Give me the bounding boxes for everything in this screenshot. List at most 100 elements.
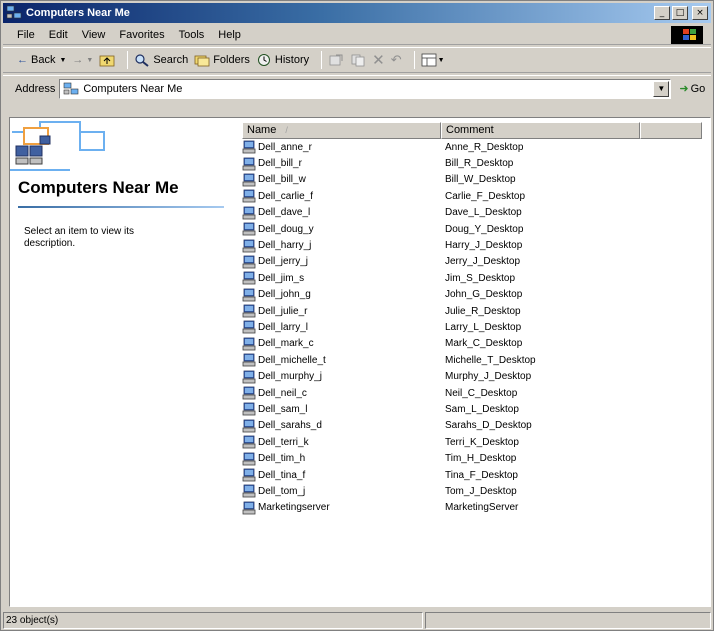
list-item[interactable]: Dell_carlie_f Carlie_F_Desktop [242,188,712,204]
menu-edit[interactable]: Edit [42,29,75,41]
delete-button[interactable]: ✕ [372,51,385,69]
list-item[interactable]: Dell_anne_r Anne_R_Desktop [242,139,712,155]
computer-name-cell[interactable]: Dell_bill_w [242,173,441,187]
minimize-button[interactable]: _ [654,6,670,20]
toolbar-separator [321,51,323,69]
title-bar[interactable]: Computers Near Me _ □ × [3,3,711,23]
go-label: Go [690,82,706,95]
computer-icon [242,419,256,433]
search-button[interactable]: Search [134,53,188,67]
move-to-button[interactable] [328,53,344,67]
menu-help[interactable]: Help [211,29,248,41]
list-item[interactable]: Marketingserver MarketingServer [242,500,712,516]
computer-name-cell[interactable]: Dell_terri_k [242,435,441,449]
computer-name: Marketingserver [258,502,330,514]
computer-name-cell[interactable]: Dell_tim_h [242,452,441,466]
computer-name-cell[interactable]: Dell_john_g [242,288,441,302]
computer-name-cell[interactable]: Dell_larry_l [242,320,441,334]
list-item[interactable]: Dell_john_g John_G_Desktop [242,287,712,303]
status-object-count: 23 object(s) [3,612,423,629]
address-value: Computers Near Me [83,82,183,95]
computer-name-cell[interactable]: Dell_julie_r [242,304,441,318]
computer-name: Dell_tina_f [258,469,306,481]
computer-comment: Bill_R_Desktop [445,158,514,170]
computer-icon [242,452,256,466]
maximize-button[interactable]: □ [672,6,688,20]
list-item[interactable]: Dell_tom_j Tom_J_Desktop [242,483,712,499]
list-item[interactable]: Dell_mark_c Mark_C_Desktop [242,336,712,352]
list-item[interactable]: Dell_terri_k Terri_K_Desktop [242,434,712,450]
forward-button[interactable]: → ▼ [72,54,93,66]
views-button[interactable]: ▼ [421,53,445,67]
list-item[interactable]: Dell_doug_y Doug_Y_Desktop [242,221,712,237]
undo-button[interactable]: ↶ [391,52,402,68]
computer-name-cell[interactable]: Dell_mark_c [242,337,441,351]
computer-name-cell[interactable]: Dell_bill_r [242,157,441,171]
computer-name-cell[interactable]: Dell_murphy_j [242,370,441,384]
list-item[interactable]: Dell_tim_h Tim_H_Desktop [242,450,712,466]
menu-tools[interactable]: Tools [172,29,212,41]
computer-name-cell[interactable]: Marketingserver [242,501,441,515]
computer-icon [242,271,256,285]
computer-name-cell[interactable]: Dell_jim_s [242,271,441,285]
computer-comment: Neil_C_Desktop [445,387,518,399]
pane-heading: Computers Near Me [18,178,179,197]
up-folder-button[interactable] [99,53,115,67]
computer-name-cell[interactable]: Dell_sarahs_d [242,419,441,433]
go-button[interactable]: ➜ Go [679,82,706,96]
list-item[interactable]: Dell_murphy_j Murphy_J_Desktop [242,368,712,384]
network-computers-icon [6,5,22,21]
list-item[interactable]: Dell_sam_l Sam_L_Desktop [242,401,712,417]
list-item[interactable]: Dell_tina_f Tina_F_Desktop [242,467,712,483]
back-label: Back [31,54,56,66]
webview-info-pane: Computers Near Me Select an item to view… [10,118,228,606]
computer-name-cell[interactable]: Dell_jerry_j [242,255,441,269]
address-dropdown-icon[interactable]: ▼ [653,80,670,97]
computer-name: Dell_michelle_t [258,354,326,366]
computer-name-cell[interactable]: Dell_carlie_f [242,189,441,203]
close-button[interactable]: × [692,6,708,20]
computer-name-cell[interactable]: Dell_tom_j [242,484,441,498]
list-item[interactable]: Dell_bill_r Bill_R_Desktop [242,155,712,171]
computer-name-cell[interactable]: Dell_sam_l [242,402,441,416]
copy-to-icon [351,54,365,67]
column-header-comment[interactable]: Comment [441,122,640,139]
menu-favorites[interactable]: Favorites [112,29,171,41]
computer-name-cell[interactable]: Dell_doug_y [242,222,441,236]
list-item[interactable]: Dell_sarahs_d Sarahs_D_Desktop [242,418,712,434]
computer-icon [242,402,256,416]
menu-view[interactable]: View [75,29,113,41]
computer-name-cell[interactable]: Dell_dave_l [242,206,441,220]
computer-name-cell[interactable]: Dell_neil_c [242,386,441,400]
computer-name: Dell_harry_j [258,240,312,252]
list-item[interactable]: Dell_jim_s Jim_S_Desktop [242,270,712,286]
computer-comment: Carlie_F_Desktop [445,190,526,202]
list-item[interactable]: Dell_larry_l Larry_L_Desktop [242,319,712,335]
history-button[interactable]: History [256,53,309,67]
list-item[interactable]: Dell_dave_l Dave_L_Desktop [242,205,712,221]
back-button[interactable]: ← Back ▼ [17,54,66,66]
computer-name-cell[interactable]: Dell_tina_f [242,468,441,482]
computer-comment: Julie_R_Desktop [445,305,521,317]
list-item[interactable]: Dell_neil_c Neil_C_Desktop [242,385,712,401]
list-item[interactable]: Dell_jerry_j Jerry_J_Desktop [242,254,712,270]
computer-icon [242,140,256,154]
folders-button[interactable]: Folders [194,53,250,67]
toolbar-separator [413,51,415,69]
computer-name: Dell_terri_k [258,436,309,448]
column-header-name[interactable]: Name / [242,122,441,139]
column-header-empty[interactable] [640,122,702,139]
list-item[interactable]: Dell_michelle_t Michelle_T_Desktop [242,352,712,368]
list-item[interactable]: Dell_harry_j Harry_J_Desktop [242,237,712,253]
computer-icon [242,222,256,236]
computer-name-cell[interactable]: Dell_anne_r [242,140,441,154]
copy-to-button[interactable] [350,53,366,67]
computer-name-cell[interactable]: Dell_harry_j [242,239,441,253]
computer-icon [242,189,256,203]
list-item[interactable]: Dell_julie_r Julie_R_Desktop [242,303,712,319]
computer-name: Dell_doug_y [258,223,314,235]
address-input[interactable]: Computers Near Me ▼ [59,78,672,99]
menu-file[interactable]: File [3,29,42,41]
computer-name-cell[interactable]: Dell_michelle_t [242,353,441,367]
list-item[interactable]: Dell_bill_w Bill_W_Desktop [242,172,712,188]
